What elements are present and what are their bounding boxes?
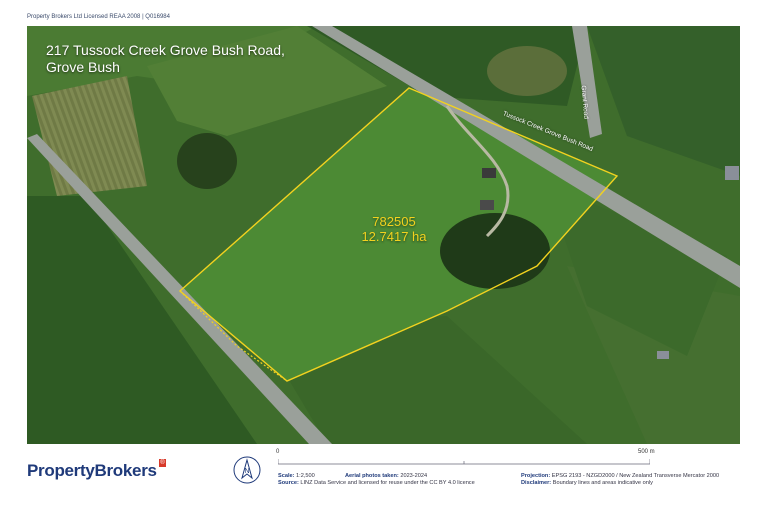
- scrub-patch: [487, 46, 567, 96]
- licence-text: Property Brokers Ltd Licensed REAA 2008 …: [27, 14, 170, 20]
- building-se: [657, 351, 669, 359]
- disclaimer-label: Disclaimer:: [521, 480, 552, 486]
- shed: [480, 200, 494, 210]
- bush-block: [440, 213, 550, 289]
- map-footer: PropertyBrokers ® N 0 500 m Scale: 1:2,5…: [0, 444, 768, 512]
- source-label: Source:: [278, 480, 299, 486]
- disclaimer-value: Boundary lines and areas indicative only: [552, 480, 653, 486]
- house: [482, 168, 496, 178]
- address-line-1: 217 Tussock Creek Grove Bush Road,: [46, 42, 285, 58]
- source-info: Source: LINZ Data Service and licensed f…: [278, 479, 475, 487]
- building-east: [725, 166, 739, 180]
- source-value: LINZ Data Service and licensed for reuse…: [300, 480, 475, 486]
- aerial-map[interactable]: 217 Tussock Creek Grove Bush Road, Grove…: [27, 26, 740, 444]
- parcel-area: 12.7417 ha: [361, 229, 427, 244]
- north-arrow-icon: N: [233, 456, 261, 484]
- north-label: N: [244, 468, 249, 475]
- brand-logo: PropertyBrokers: [27, 461, 157, 480]
- property-address: 217 Tussock Creek Grove Bush Road, Grove…: [46, 42, 285, 76]
- parcel-id: 782505: [372, 214, 416, 229]
- parcel-label: 782505 12.7417 ha: [354, 214, 434, 244]
- brand-badge: ®: [159, 459, 166, 467]
- scale-bar: [278, 459, 650, 465]
- address-line-2: Grove Bush: [46, 59, 120, 75]
- disclaimer-info: Disclaimer: Boundary lines and areas ind…: [521, 479, 653, 487]
- tree-clump: [177, 133, 237, 189]
